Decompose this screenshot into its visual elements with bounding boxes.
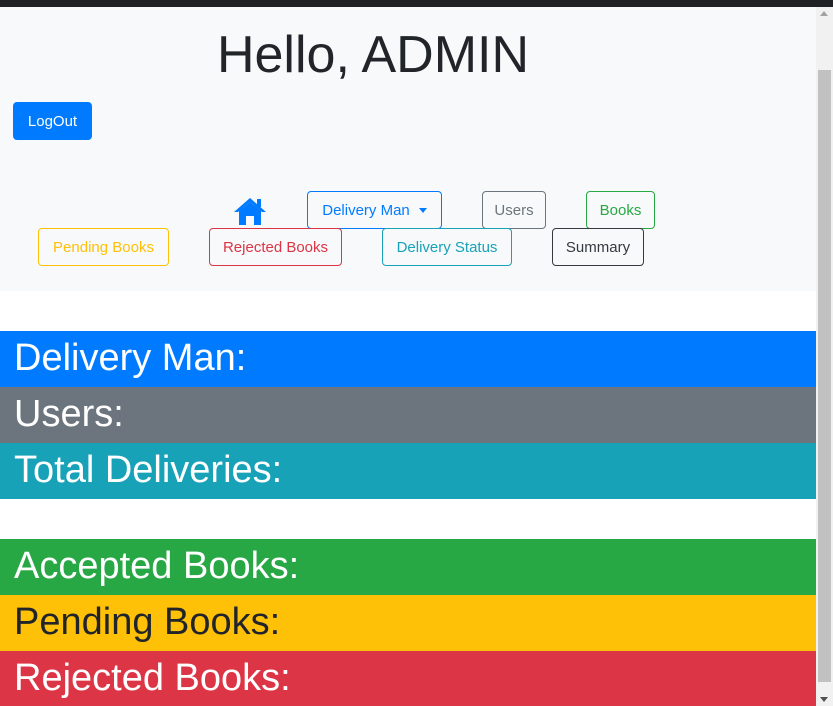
vertical-scrollbar[interactable] bbox=[816, 7, 833, 706]
rejected-books-summary: Rejected Books: bbox=[0, 651, 816, 706]
scroll-down-icon[interactable] bbox=[820, 697, 828, 702]
scroll-up-icon[interactable] bbox=[820, 11, 828, 16]
home-icon[interactable] bbox=[232, 196, 268, 226]
summary-button[interactable]: Summary bbox=[552, 228, 644, 266]
delivery-status-button[interactable]: Delivery Status bbox=[382, 228, 512, 266]
scroll-thumb[interactable] bbox=[818, 70, 831, 682]
delivery-man-dropdown[interactable]: Delivery Man bbox=[307, 191, 442, 229]
accepted-books-summary: Accepted Books: bbox=[0, 539, 816, 595]
greeting-title: Hello, ADMIN bbox=[216, 26, 530, 84]
users-summary: Users: bbox=[0, 387, 816, 443]
pending-books-summary: Pending Books: bbox=[0, 595, 816, 651]
delivery-man-summary: Delivery Man: bbox=[0, 331, 816, 387]
rejected-books-button[interactable]: Rejected Books bbox=[209, 228, 342, 266]
page: Hello, ADMIN LogOut Delivery Man Users B… bbox=[0, 7, 816, 706]
chevron-down-icon bbox=[418, 207, 427, 213]
delivery-man-label: Delivery Man bbox=[322, 201, 410, 219]
logout-button[interactable]: LogOut bbox=[13, 102, 92, 140]
pending-books-button[interactable]: Pending Books bbox=[38, 228, 169, 266]
header-section: Hello, ADMIN LogOut Delivery Man Users B… bbox=[0, 7, 816, 291]
books-button[interactable]: Books bbox=[586, 191, 655, 229]
total-deliveries-summary: Total Deliveries: bbox=[0, 443, 816, 499]
users-button[interactable]: Users bbox=[482, 191, 546, 229]
browser-top-bar bbox=[0, 0, 833, 7]
